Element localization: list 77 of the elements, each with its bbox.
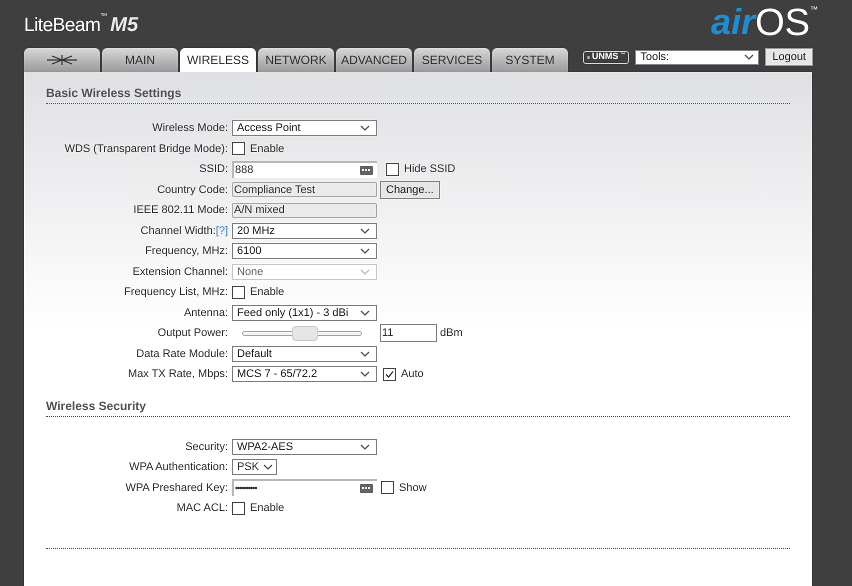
field-label: WDS (Transparent Bridge Mode): bbox=[64, 142, 228, 156]
caret-icon bbox=[744, 54, 754, 60]
checkbox[interactable] bbox=[381, 481, 394, 494]
checkbox-label: Show bbox=[399, 480, 427, 496]
tab[interactable]: WIRELESS bbox=[180, 48, 256, 72]
tools-dropdown[interactable]: Tools: bbox=[635, 50, 760, 64]
checkbox[interactable] bbox=[232, 502, 245, 515]
caret-icon bbox=[360, 268, 370, 275]
slider-thumb[interactable] bbox=[292, 326, 318, 341]
field-label: Frequency List, MHz: bbox=[124, 285, 228, 300]
antenna-dish-icon bbox=[45, 55, 79, 65]
checkbox-label: Enable bbox=[250, 501, 284, 516]
checkbox-label: Enable bbox=[250, 142, 284, 156]
tab[interactable] bbox=[24, 48, 100, 72]
field-label: Frequency, MHz: bbox=[145, 244, 228, 259]
field-label: Extension Channel: bbox=[132, 264, 228, 280]
dropdown[interactable]: 20 MHz bbox=[232, 222, 377, 239]
slider[interactable] bbox=[242, 326, 362, 341]
field-label: Country Code: bbox=[157, 182, 228, 198]
dropdown[interactable]: Default bbox=[232, 346, 377, 362]
dropdown[interactable]: 6100 bbox=[232, 243, 377, 260]
field-label: MAC ACL: bbox=[176, 501, 228, 516]
keyboard-icon bbox=[360, 484, 373, 494]
field-label: Security: bbox=[185, 440, 228, 454]
caret-icon bbox=[263, 464, 273, 470]
checkbox-label: Hide SSID bbox=[404, 162, 456, 177]
change-button[interactable]: Change... bbox=[380, 180, 440, 199]
unit-label: dBm bbox=[440, 326, 463, 341]
caret-icon bbox=[360, 310, 370, 316]
checkbox-label: Enable bbox=[250, 285, 284, 300]
field-label: WPA Authentication: bbox=[129, 460, 228, 475]
section-title: Basic Wireless Settings bbox=[46, 85, 182, 102]
field-label: SSID: bbox=[199, 162, 228, 177]
caret-icon bbox=[360, 125, 370, 132]
ssid-field[interactable]: 888 bbox=[232, 160, 377, 178]
field-label: Max TX Rate, Mbps: bbox=[128, 367, 228, 382]
keyboard-icon bbox=[360, 166, 373, 175]
product-name: LiteBeam bbox=[24, 14, 100, 38]
logout-button[interactable]: Logout bbox=[765, 48, 813, 66]
tab[interactable]: NETWORK bbox=[258, 48, 334, 72]
caret-icon bbox=[360, 350, 370, 357]
dropdown[interactable]: Feed only (1x1) - 3 dBi bbox=[232, 304, 377, 321]
unms-badge[interactable]: UNMS $^{™}$ bbox=[582, 50, 630, 64]
checkbox-label: Auto bbox=[401, 367, 424, 382]
field-label: Wireless Mode: bbox=[152, 121, 228, 136]
field-label: Antenna: bbox=[184, 306, 228, 320]
power-field[interactable]: 11 bbox=[380, 324, 437, 342]
field-label: Output Power: bbox=[158, 326, 228, 341]
tab[interactable]: ADVANCED bbox=[336, 48, 412, 72]
dropdown[interactable]: PSK bbox=[232, 459, 277, 476]
logo-air: air bbox=[711, 4, 756, 40]
password-field[interactable]: •••••••••• bbox=[232, 479, 377, 496]
caret-icon bbox=[360, 371, 370, 378]
tab[interactable]: SERVICES bbox=[414, 48, 490, 72]
field-label: WPA Preshared Key: bbox=[125, 480, 228, 496]
checkbox[interactable] bbox=[386, 162, 399, 176]
field-label: Data Rate Module: bbox=[136, 346, 228, 362]
trademark: ™ bbox=[810, 4, 818, 16]
dropdown[interactable]: MCS 7 - 65/72.2 bbox=[232, 366, 377, 382]
section-title: Wireless Security bbox=[46, 398, 147, 414]
check-icon bbox=[385, 370, 394, 379]
checkbox[interactable] bbox=[232, 142, 245, 156]
readonly-field: Compliance Test bbox=[232, 182, 377, 198]
dropdown[interactable]: Access Point bbox=[232, 120, 377, 136]
field-label: IEEE 802.11 Mode: bbox=[133, 203, 228, 218]
dropdown[interactable]: WPA2-AES bbox=[232, 438, 377, 455]
caret-icon bbox=[360, 248, 370, 254]
model-name: M5 bbox=[110, 12, 138, 38]
tab[interactable]: SYSTEM bbox=[492, 48, 568, 72]
caret-icon bbox=[360, 444, 370, 450]
readonly-field: A/N mixed bbox=[232, 202, 377, 218]
caret-icon bbox=[360, 228, 370, 234]
checkbox[interactable] bbox=[383, 368, 396, 381]
checkbox[interactable] bbox=[232, 286, 245, 299]
help-link[interactable]: [?] bbox=[216, 222, 228, 239]
field-label: Channel Width: bbox=[140, 224, 216, 238]
tab[interactable]: MAIN bbox=[102, 48, 178, 72]
